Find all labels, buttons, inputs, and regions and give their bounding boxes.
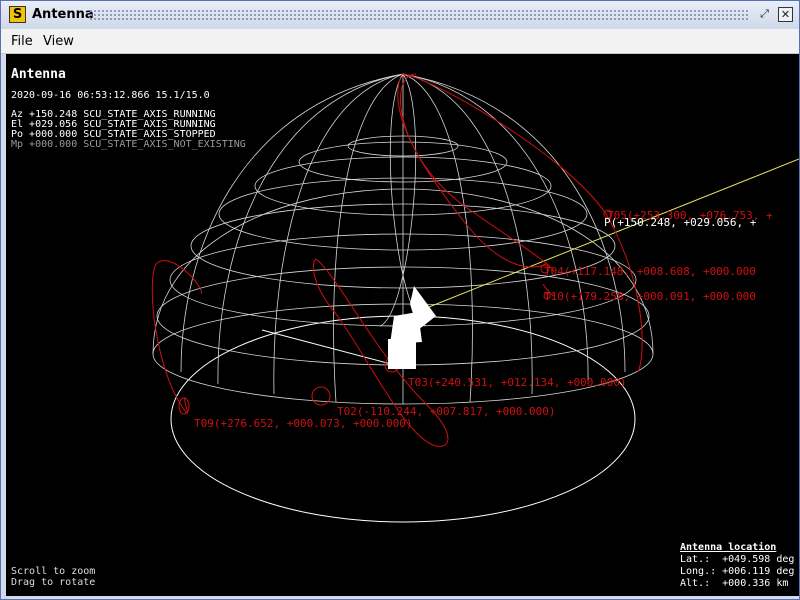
interaction-hints: Scroll to zoom Drag to rotate bbox=[11, 566, 95, 588]
track-marker-ring bbox=[311, 386, 331, 406]
menu-view[interactable]: View bbox=[43, 34, 74, 49]
label-pointing: P(+150.248, +029.056, + bbox=[604, 216, 757, 229]
antenna-model bbox=[388, 286, 436, 369]
close-icon[interactable]: ✕ bbox=[778, 7, 793, 22]
label-t04: T04(+117.148, +008.608, +000.000 bbox=[544, 265, 756, 278]
application-window: S Antenna ⤢ ✕ File View T05(+253.300, +0… bbox=[0, 0, 800, 600]
title-bar-grip bbox=[89, 9, 749, 21]
axis-status-list: Az +150.248 SCU_STATE_AXIS_RUNNING El +0… bbox=[11, 110, 246, 150]
hint-zoom: Scroll to zoom bbox=[11, 566, 96, 577]
track-t09-marker bbox=[178, 397, 190, 415]
label-t09: T09(+276.652, +000.073, +000.000) bbox=[194, 417, 413, 430]
menu-bar: File View bbox=[1, 29, 799, 54]
location-lat: Lat.: +049.598 deg bbox=[680, 554, 795, 565]
axis-status-mp: Mp +000.000 SCU_STATE_AXIS_NOT_EXISTING bbox=[11, 139, 246, 150]
location-title: Antenna location bbox=[680, 542, 777, 553]
track-t04 bbox=[399, 73, 555, 273]
location-long: Long.: +006.119 deg bbox=[680, 566, 795, 577]
menu-file[interactable]: File bbox=[11, 34, 33, 49]
track-t09 bbox=[151, 260, 202, 414]
label-t03: T03(+240.531, +012.134, +000.000) bbox=[408, 376, 627, 389]
title-bar[interactable]: S Antenna ⤢ ✕ bbox=[1, 1, 799, 30]
hint-rotate: Drag to rotate bbox=[11, 577, 96, 588]
antenna-location-panel: Antenna location Lat.: +049.598 deg Long… bbox=[680, 542, 794, 590]
timestamp: 2020-09-16 06:53:12.866 15.1/15.0 bbox=[11, 90, 210, 101]
meridian-line bbox=[402, 73, 626, 373]
window-title: Antenna bbox=[32, 7, 94, 22]
track-t05-inner bbox=[397, 75, 547, 268]
antenna-3d-view[interactable]: T05(+253.300, +076.753, + P(+150.248, +0… bbox=[6, 54, 799, 596]
location-alt: Alt.: +000.336 km bbox=[680, 578, 789, 589]
restore-icon[interactable]: ⤢ bbox=[757, 7, 772, 22]
label-t10: T10(+179.258, +000.091, +000.000 bbox=[544, 290, 756, 303]
view-title: Antenna bbox=[11, 67, 66, 82]
app-logo-icon: S bbox=[9, 6, 26, 23]
